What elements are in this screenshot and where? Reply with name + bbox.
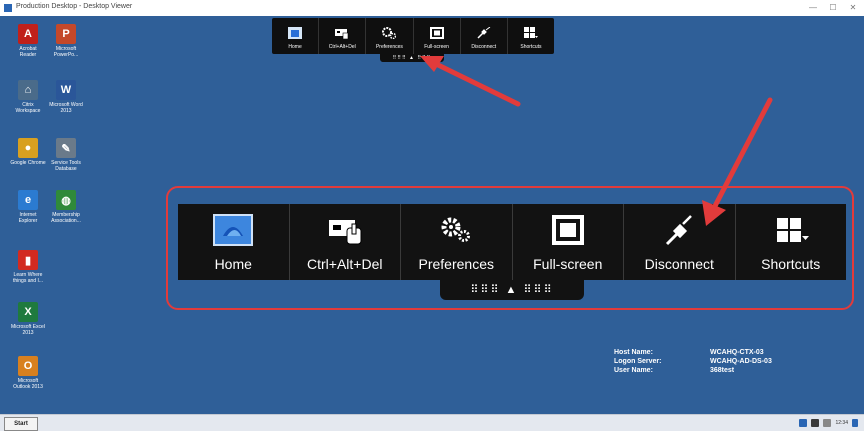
taskbar: Start 12:34 [0, 414, 864, 431]
window-title: Production Desktop - Desktop Viewer [16, 3, 133, 10]
shield-icon[interactable] [799, 419, 808, 427]
toolbar-ctrl-alt-del-button[interactable]: Ctrl+Alt+Del [319, 18, 367, 54]
toolbar-disconnect-button[interactable]: Disconnect [461, 18, 508, 54]
system-tray: 12:34 [799, 418, 858, 428]
desktop-icon-powerpoint[interactable]: P Microsoft PowerPo... [44, 24, 88, 58]
desktop-icon-label: Service Tools Database [51, 160, 81, 172]
toolbar-button-label: Ctrl+Alt+Del [328, 44, 356, 50]
desktop-icon-excel[interactable]: X Microsoft Excel 2013 [6, 302, 50, 336]
grid-icon [523, 25, 538, 41]
outlook-icon: O [18, 356, 38, 376]
desktop-icon-label: Microsoft Word 2013 [49, 102, 83, 114]
show-desktop-icon[interactable] [852, 419, 858, 427]
host-info-key: Logon Server: [614, 358, 662, 365]
internet-explorer-icon: e [18, 190, 38, 210]
service-tools-icon: ✎ [56, 138, 76, 158]
acrobat-reader-icon: A [18, 24, 38, 44]
chrome-icon: ● [18, 138, 38, 158]
host-info-row: Host Name: WCAHQ-CTX-03 [614, 348, 772, 357]
toolbar-collapse-handle[interactable]: ⠿⠿⠿ ▲ ⠿⠿⠿ [380, 54, 444, 62]
volume-icon[interactable] [823, 419, 832, 427]
toolbar-full-screen-button[interactable]: Full-screen [414, 18, 461, 54]
host-info-value: WCAHQ-AD-DS-03 [710, 358, 772, 365]
host-info-value: 368test [710, 367, 735, 374]
toolbar-shortcuts-button[interactable]: Shortcuts [508, 18, 554, 54]
desktop-icon-label: Microsoft Excel 2013 [11, 324, 45, 336]
clock[interactable]: 12:34 [835, 420, 848, 426]
host-info-key: Host Name: [614, 349, 653, 356]
full-screen-icon [429, 25, 444, 41]
window-titlebar: Production Desktop - Desktop Viewer — ☐ … [0, 0, 864, 17]
desktop-icon-label: Microsoft PowerPo... [53, 46, 79, 58]
home-icon [288, 25, 303, 41]
word-icon: W [56, 80, 76, 100]
desktop-icon-membership[interactable]: ◍ Membership Association... [44, 190, 88, 224]
document-icon: ▮ [18, 250, 38, 270]
gears-icon [382, 25, 397, 41]
app-icon [4, 4, 12, 12]
callout-highlight-box [166, 186, 854, 310]
globe-icon: ◍ [56, 190, 76, 210]
powerpoint-icon: P [56, 24, 76, 44]
desktop-icon-word[interactable]: W Microsoft Word 2013 [44, 80, 88, 114]
host-info-key: User Name: [614, 367, 653, 374]
host-info-row: User Name: 368test [614, 366, 772, 375]
citrix-workspace-icon: ⌂ [18, 80, 38, 100]
desktop-icon-service-tools[interactable]: ✎ Service Tools Database [44, 138, 88, 172]
host-info-row: Logon Server: WCAHQ-AD-DS-03 [614, 357, 772, 366]
toolbar-button-label: Preferences [375, 44, 403, 50]
toolbar-button-label: Home [288, 44, 302, 50]
desktop-icon-learn[interactable]: ▮ Learn Where things and I... [6, 250, 50, 284]
host-info-value: WCAHQ-CTX-03 [710, 349, 764, 356]
toolbar-button-label: Full-screen [424, 44, 449, 50]
restore-button[interactable]: ☐ [826, 2, 840, 14]
toolbar-preferences-button[interactable]: Preferences [366, 18, 414, 54]
desktop-icon-label: Learn Where things and I... [12, 272, 44, 284]
excel-icon: X [18, 302, 38, 322]
toolbar-button-label: Disconnect [471, 44, 497, 50]
plug-icon [477, 25, 491, 41]
minimize-button[interactable]: — [806, 2, 820, 14]
close-button[interactable]: ✕ [846, 2, 860, 14]
keyboard-icon [335, 25, 349, 41]
desktop-viewer-toolbar: Home Ctrl+Alt+Del Preferences Full-scree… [272, 18, 554, 54]
toolbar-button-label: Shortcuts [520, 44, 542, 50]
toolbar-home-button[interactable]: Home [272, 18, 320, 54]
network-icon[interactable] [811, 419, 820, 427]
desktop-icon-outlook[interactable]: O Microsoft Outlook 2013 [6, 356, 50, 390]
desktop-icon-label: Microsoft Outlook 2013 [13, 378, 43, 390]
desktop-icon-label: Membership Association... [51, 212, 81, 224]
start-button[interactable]: Start [4, 417, 38, 431]
host-info-panel: Host Name: WCAHQ-CTX-03 Logon Server: WCAH… [614, 348, 772, 375]
